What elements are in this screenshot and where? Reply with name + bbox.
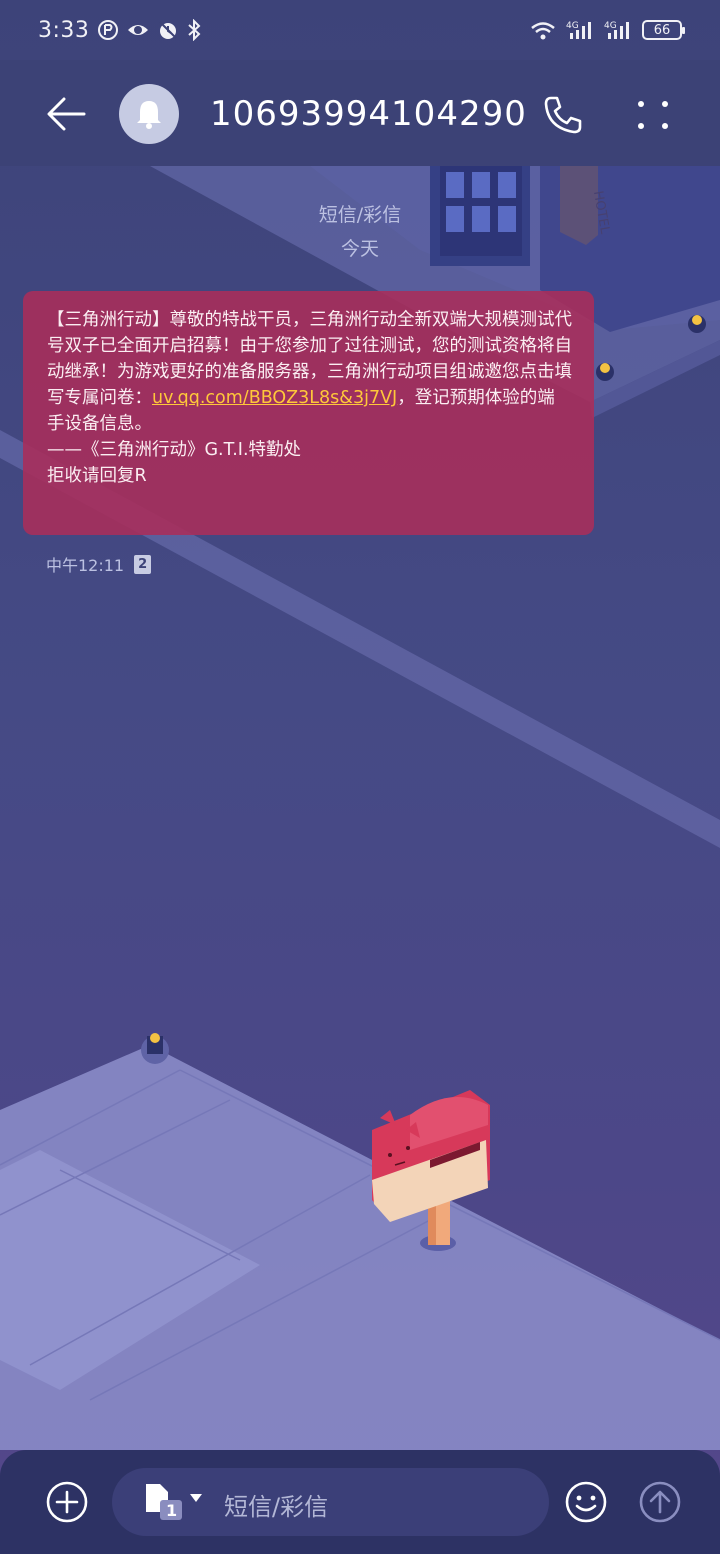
- emoji-icon[interactable]: [564, 1480, 608, 1524]
- message-type-label: 短信/彩信: [318, 204, 402, 226]
- message-link[interactable]: uv.qq.com/BBOZ3L8s&3j7VJ: [152, 388, 397, 408]
- back-arrow-icon[interactable]: [44, 94, 88, 134]
- phone-icon[interactable]: [542, 94, 584, 136]
- date-separator: 短信/彩信 今天: [0, 198, 720, 266]
- message-unsubscribe: 拒收请回复R: [47, 466, 147, 486]
- add-icon[interactable]: [45, 1480, 89, 1524]
- message-signature: ——《三角洲行动》G.T.I.特勤处: [47, 440, 302, 460]
- sim-badge: 2: [134, 554, 152, 574]
- battery-indicator: 66: [642, 20, 685, 40]
- data-saver-icon: [98, 20, 119, 40]
- wifi-icon: [531, 22, 555, 40]
- status-right: 4G 4G 66: [530, 19, 685, 41]
- signal-4g-icon-2: 4G: [604, 21, 629, 39]
- status-bar: 3:33 4G 4G 66: [0, 0, 720, 60]
- sim-slot-number: 1: [166, 1501, 177, 1520]
- message-body: 【三角洲行动】尊敬的特战干员，三角洲行动全新双端大规模测试代号双子已全面开启招募…: [47, 307, 572, 437]
- sim-select-icon[interactable]: 1: [142, 1482, 208, 1522]
- svg-text:4G: 4G: [566, 21, 579, 31]
- svg-text:4G: 4G: [604, 21, 617, 31]
- more-options-icon[interactable]: [636, 98, 670, 132]
- compose-bar: 1 短信/彩信: [0, 1450, 720, 1554]
- message-bubble[interactable]: 【三角洲行动】尊敬的特战干员，三角洲行动全新双端大规模测试代号双子已全面开启招募…: [23, 291, 594, 535]
- message-input[interactable]: 1 短信/彩信: [112, 1468, 549, 1536]
- bluetooth-icon: [188, 19, 201, 41]
- contact-number: 10693994104290: [210, 94, 527, 134]
- eye-icon: [128, 25, 149, 35]
- send-icon[interactable]: [638, 1480, 682, 1524]
- message-time: 中午12:11: [46, 556, 125, 575]
- contact-avatar[interactable]: [119, 84, 179, 144]
- conversation-header: 10693994104290: [0, 60, 720, 166]
- input-placeholder: 短信/彩信: [224, 1493, 329, 1521]
- message-meta: 中午12:11 2: [46, 552, 152, 576]
- bell-icon: [137, 101, 161, 129]
- alarm-icon: [159, 21, 178, 39]
- status-time: 3:33: [38, 17, 90, 43]
- signal-4g-icon-1: 4G: [566, 21, 591, 39]
- status-left: 3:33: [38, 18, 201, 43]
- date-label: 今天: [340, 238, 379, 260]
